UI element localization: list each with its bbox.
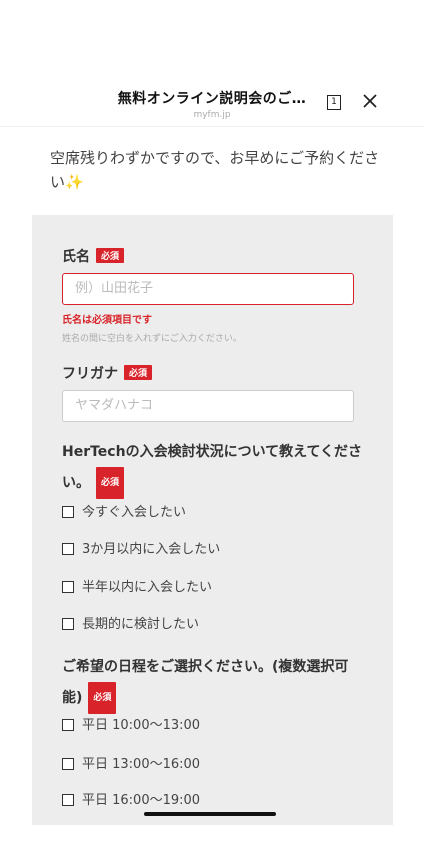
name-input[interactable]: 例）山田花子 [62,273,354,305]
option-label: 平日 13:00〜16:00 [82,757,201,772]
checkbox[interactable] [62,543,74,555]
close-icon[interactable] [360,91,380,111]
modal-header: 無料オンライン説明会のご… myfm.jp 1 [0,78,424,127]
option-label: 長期的に検討したい [82,617,200,632]
required-badge: 必須 [96,467,125,499]
page-url: myfm.jp [193,110,231,120]
intro-text: 空席残りわずかですので、お早めにご予約ください [50,149,380,191]
name-label: 氏名 必須 [62,246,125,266]
kana-label-text: フリガナ [62,366,118,382]
checkbox[interactable] [62,794,74,806]
checkbox[interactable] [62,758,74,770]
status-option[interactable]: 長期的に検討したい [62,616,199,634]
required-badge: 必須 [124,365,153,380]
name-label-text: 氏名 [62,249,90,265]
option-label: 半年以内に入会したい [82,580,213,595]
option-label: 平日 10:00〜13:00 [82,718,201,733]
name-hint: 姓名の間に空白を入れずにご入力ください。 [62,334,242,344]
option-label: 平日 16:00〜19:00 [82,793,201,808]
status-option[interactable]: 半年以内に入会したい [62,579,212,597]
option-label: 今すぐ入会したい [82,505,187,520]
option-label: 3か月以内に入会したい [82,542,221,557]
kana-label: フリガナ 必須 [62,363,153,383]
checkbox[interactable] [62,618,74,630]
intro-message: 空席残りわずかですので、お早めにご予約ください✨ [50,146,380,194]
required-badge: 必須 [88,682,117,714]
status-question: HerTechの入会検討状況について教えてください。 必須 [62,437,367,499]
schedule-option[interactable]: 平日 16:00〜19:00 [62,792,200,810]
status-option[interactable]: 3か月以内に入会したい [62,541,220,559]
checkbox[interactable] [62,719,74,731]
name-error: 氏名は必須項目です [62,315,152,326]
signup-form: 氏名 必須 例）山田花子 氏名は必須項目です 姓名の間に空白を入れずにご入力くださ… [32,215,393,825]
schedule-option[interactable]: 平日 13:00〜16:00 [62,756,200,774]
schedule-question: ご希望の日程をご選択ください。(複数選択可能) 必須 [62,652,367,714]
checkbox[interactable] [62,506,74,518]
tabs-icon[interactable]: 1 [327,95,341,110]
home-indicator[interactable] [144,812,276,816]
schedule-option[interactable]: 平日 10:00〜13:00 [62,717,200,735]
checkbox[interactable] [62,581,74,593]
status-option[interactable]: 今すぐ入会したい [62,504,186,522]
sparkles-icon: ✨ [65,173,84,191]
kana-input[interactable]: ヤマダハナコ [62,390,354,422]
required-badge: 必須 [96,248,125,263]
